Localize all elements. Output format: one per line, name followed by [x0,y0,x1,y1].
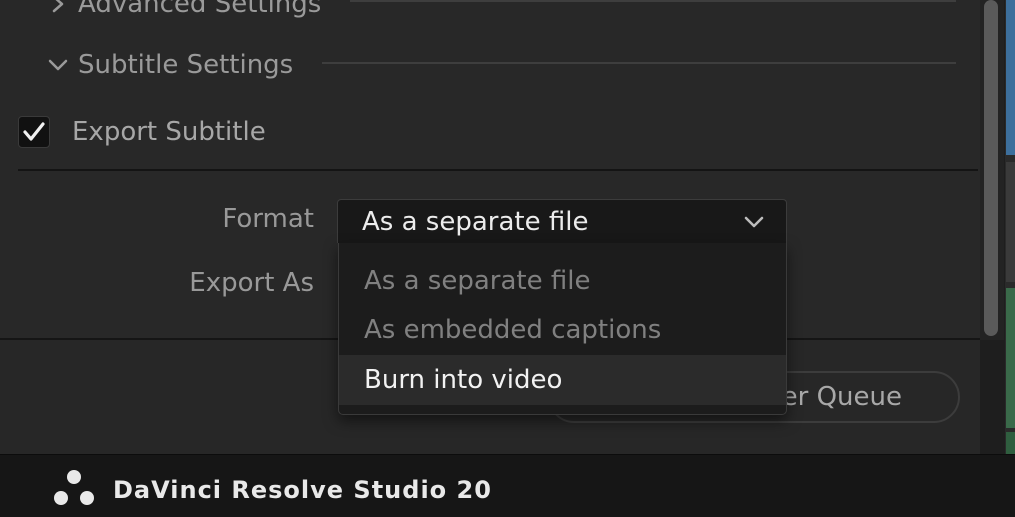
format-label: Format [222,204,314,234]
format-dropdown-list: As a separate file As embedded captions … [338,243,787,415]
subtitle-settings-header[interactable]: Subtitle Settings [46,45,293,85]
chevron-down-icon [46,53,70,77]
dropdown-option-separate-file[interactable]: As a separate file [339,256,786,306]
render-settings-window: Advanced Settings Subtitle Settings Expo… [0,0,1015,517]
export-subtitle-label[interactable]: Export Subtitle [72,112,266,152]
edge-clip-blue [1006,0,1015,155]
dropdown-option-embedded-captions[interactable]: As embedded captions [339,305,786,355]
subtitle-settings-label: Subtitle Settings [78,50,294,80]
export-subtitle-checkbox[interactable] [18,116,50,148]
edge-clip-gray [1006,162,1015,282]
export-as-label: Export As [189,268,314,298]
dropdown-option-burn-into-video[interactable]: Burn into video [339,355,786,405]
format-select-value: As a separate file [362,207,589,237]
advanced-settings-rule [350,0,956,2]
section-divider [18,169,978,171]
chevron-down-icon [744,216,764,228]
chevron-right-icon [46,0,70,16]
subtitle-settings-rule [322,62,956,64]
advanced-settings-label: Advanced Settings [78,0,322,19]
edge-clip-green-2 [1006,432,1015,454]
scrollbar-thumb[interactable] [984,0,998,336]
davinci-resolve-logo-icon [54,470,94,505]
brand-name: DaVinci Resolve Studio 20 [113,476,492,504]
advanced-settings-header[interactable]: Advanced Settings [46,0,321,24]
format-select[interactable]: As a separate file [337,199,787,243]
checkmark-icon [23,122,45,141]
edge-clip-green [1006,288,1015,428]
